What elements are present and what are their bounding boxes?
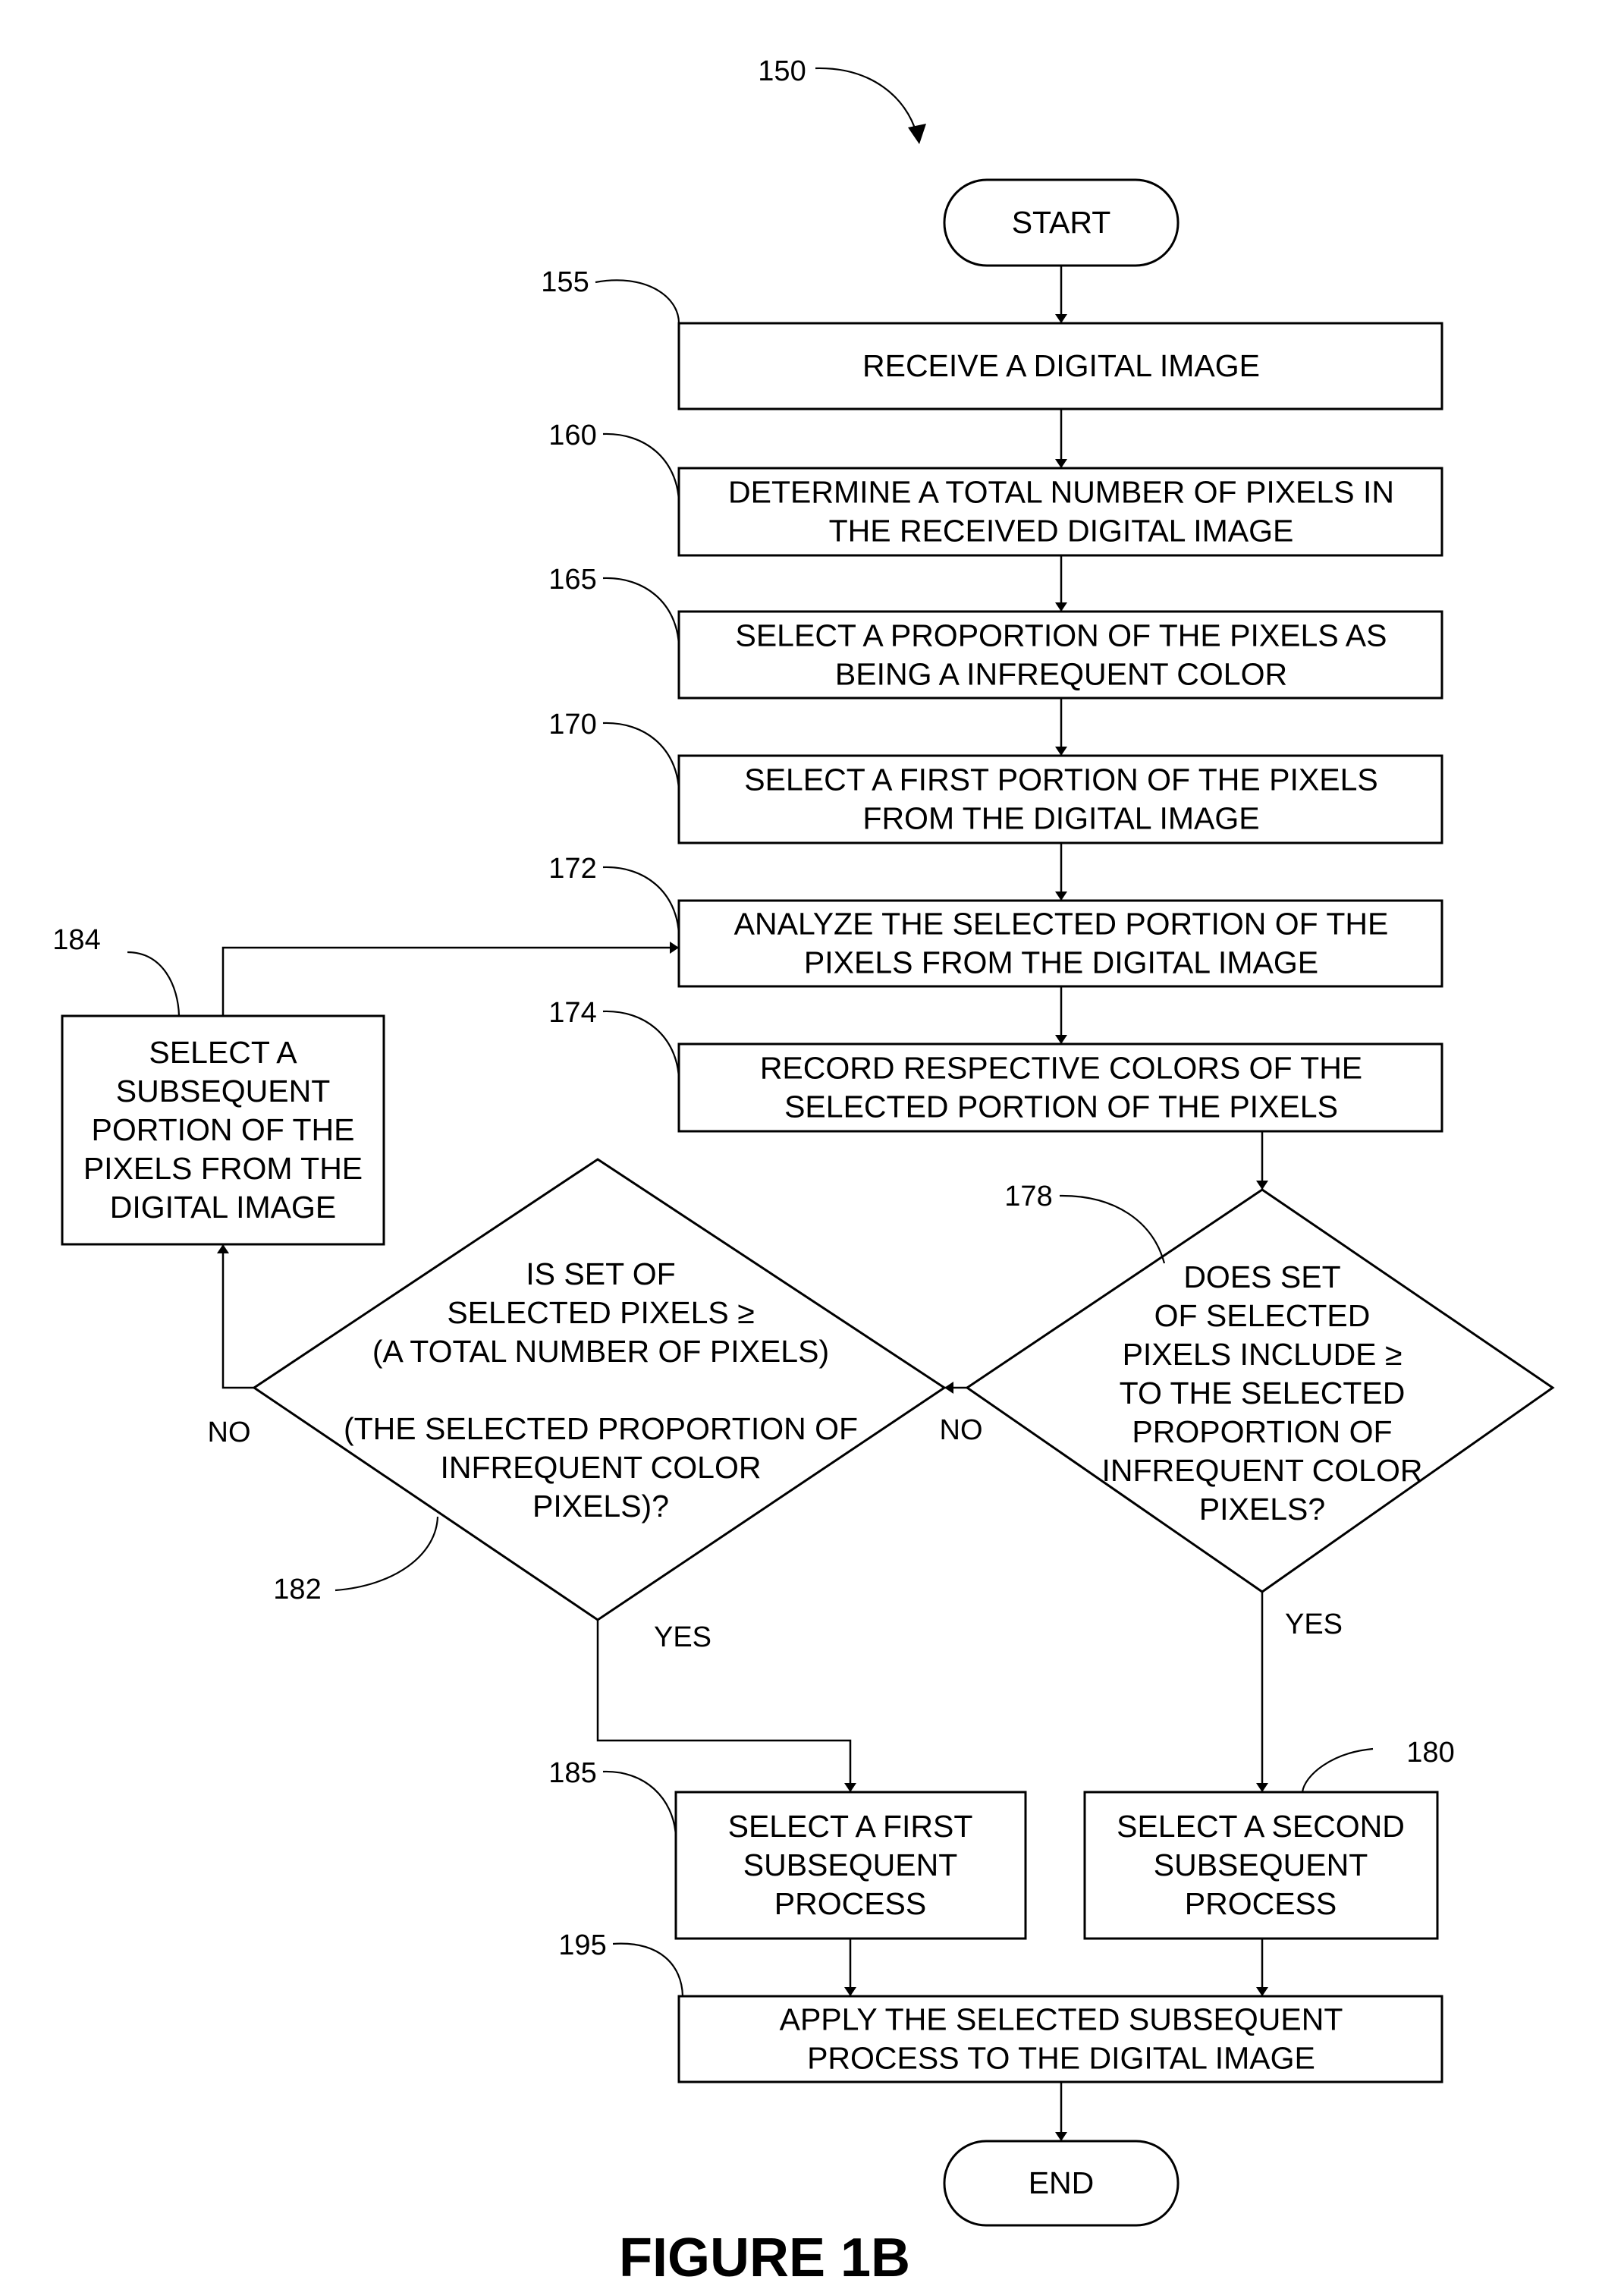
label-line: OF SELECTED bbox=[1154, 1298, 1371, 1333]
ref-leader-174 bbox=[602, 1010, 680, 1079]
label-line: SELECTED PIXELS ≥ bbox=[447, 1295, 754, 1330]
ref-label-182: 182 bbox=[273, 1574, 321, 1605]
figure-ref-label: 150 bbox=[758, 55, 806, 87]
label-line: IS SET OF bbox=[526, 1256, 675, 1291]
label-line: PORTION OF THE bbox=[91, 1112, 354, 1147]
branch-label-178-no: NO bbox=[940, 1414, 983, 1446]
node-end: END bbox=[943, 2140, 1180, 2227]
label-line: SUBSEQUENT bbox=[743, 1847, 958, 1882]
label-line: FROM THE DIGITAL IMAGE bbox=[862, 801, 1259, 836]
ref-label-172: 172 bbox=[548, 853, 596, 885]
label-line: PIXELS FROM THE DIGITAL IMAGE bbox=[804, 945, 1318, 980]
node-178: DOES SET OF SELECTED PIXELS INCLUDE ≥ TO TH… bbox=[940, 1181, 1555, 1640]
branch-label-178-yes: YES bbox=[1285, 1608, 1343, 1640]
start-label: START bbox=[1012, 205, 1111, 240]
ref-leader-178 bbox=[1059, 1194, 1166, 1264]
node-155: RECEIVE A DIGITAL IMAGE 155 bbox=[541, 266, 1443, 410]
edge-182-185-yes bbox=[596, 1620, 856, 1792]
ref-leader-182 bbox=[335, 1516, 439, 1592]
node-174: RECORD RESPECTIVE COLORS OF THE SELECTED … bbox=[548, 997, 1443, 1133]
label-line: (THE SELECTED PROPORTION OF bbox=[344, 1411, 858, 1446]
label-line: SELECT A SECOND bbox=[1117, 1809, 1405, 1844]
node-160: DETERMINE A TOTAL NUMBER OF PIXELS IN THE… bbox=[548, 420, 1443, 557]
branch-label-182-yes: YES bbox=[654, 1621, 711, 1653]
ref-leader-170 bbox=[602, 722, 680, 791]
label-line: SUBSEQUENT bbox=[1154, 1847, 1368, 1882]
ref-label-155: 155 bbox=[541, 266, 589, 298]
node-184: SELECT A SUBSEQUENT PORTION OF THE PIXELS F… bbox=[52, 924, 385, 1246]
ref-label-165: 165 bbox=[548, 564, 596, 596]
label-line: START bbox=[1012, 205, 1111, 240]
label-line: PROPORTION OF bbox=[1132, 1414, 1392, 1449]
label-line: DIGITAL IMAGE bbox=[110, 1190, 336, 1225]
label-line: PIXELS)? bbox=[532, 1489, 669, 1524]
node-185: SELECT A FIRST SUBSEQUENT PROCESS 185 bbox=[548, 1757, 1027, 1940]
branch-label-182-no: NO bbox=[208, 1417, 251, 1448]
label-line: RECEIVE A DIGITAL IMAGE bbox=[862, 348, 1260, 383]
ref-leader-155 bbox=[595, 279, 680, 324]
label-line: SUBSEQUENT bbox=[116, 1074, 331, 1108]
ref-label-160: 160 bbox=[548, 420, 596, 451]
process-label-155: RECEIVE A DIGITAL IMAGE bbox=[862, 348, 1260, 383]
edge-182-184-no bbox=[217, 1244, 254, 1389]
label-line: APPLY THE SELECTED SUBSEQUENT bbox=[780, 2002, 1343, 2037]
node-172: ANALYZE THE SELECTED PORTION OF THE PIXEL… bbox=[548, 853, 1443, 988]
node-165: SELECT A PROPORTION OF THE PIXELS AS BEIN… bbox=[548, 564, 1443, 700]
end-label: END bbox=[1029, 2165, 1095, 2200]
label-line: PIXELS FROM THE bbox=[83, 1151, 363, 1186]
label-line: PROCESS bbox=[774, 1886, 927, 1921]
node-start: START bbox=[943, 178, 1180, 267]
label-line: RECORD RESPECTIVE COLORS OF THE bbox=[760, 1051, 1362, 1086]
label-line: SELECT A bbox=[149, 1035, 297, 1070]
label-line: ANALYZE THE SELECTED PORTION OF THE bbox=[734, 907, 1389, 942]
label-line: PIXELS INCLUDE ≥ bbox=[1123, 1337, 1403, 1372]
label-line: END bbox=[1029, 2165, 1095, 2200]
figure-caption: FIGURE 1B bbox=[619, 2228, 910, 2283]
figure-ref-leader bbox=[815, 67, 918, 134]
figure-ref-arrowhead bbox=[908, 124, 926, 144]
label-line: INFREQUENT COLOR bbox=[441, 1450, 762, 1485]
ref-label-178: 178 bbox=[1004, 1181, 1052, 1212]
edge-184-172 bbox=[221, 942, 679, 1016]
ref-leader-160 bbox=[602, 432, 680, 502]
label-line: SELECT A FIRST PORTION OF THE PIXELS bbox=[744, 763, 1377, 797]
ref-label-195: 195 bbox=[558, 1929, 606, 1961]
ref-label-170: 170 bbox=[548, 709, 596, 741]
label-line: (A TOTAL NUMBER OF PIXELS) bbox=[372, 1334, 829, 1369]
label-line: TO THE SELECTED bbox=[1120, 1376, 1406, 1410]
label-line: PROCESS bbox=[1185, 1886, 1337, 1921]
label-line: SELECTED PORTION OF THE PIXELS bbox=[784, 1090, 1338, 1124]
ref-leader-185 bbox=[602, 1770, 677, 1837]
flowchart: 150 START RECEIVE A DIGITAL IMAGE 155 DE… bbox=[52, 55, 1555, 2283]
label-line: BEING A INFREQUENT COLOR bbox=[835, 657, 1287, 692]
ref-leader-195 bbox=[612, 1942, 684, 1997]
node-195: APPLY THE SELECTED SUBSEQUENT PROCESS TO … bbox=[558, 1929, 1443, 2083]
node-180: SELECT A SECOND SUBSEQUENT PROCESS 180 bbox=[1083, 1737, 1455, 1940]
node-170: SELECT A FIRST PORTION OF THE PIXELS FROM… bbox=[548, 709, 1443, 844]
ref-label-184: 184 bbox=[52, 924, 100, 956]
label-line: SELECT A FIRST bbox=[728, 1809, 973, 1844]
label-line: THE RECEIVED DIGITAL IMAGE bbox=[829, 514, 1294, 549]
label-line: DETERMINE A TOTAL NUMBER OF PIXELS IN bbox=[728, 475, 1394, 510]
ref-leader-180 bbox=[1301, 1747, 1374, 1793]
ref-label-180: 180 bbox=[1406, 1737, 1454, 1769]
label-line: PROCESS TO THE DIGITAL IMAGE bbox=[807, 2041, 1315, 2076]
ref-label-185: 185 bbox=[548, 1757, 596, 1789]
ref-leader-165 bbox=[602, 577, 680, 646]
ref-label-174: 174 bbox=[548, 997, 596, 1029]
label-line: INFREQUENT COLOR bbox=[1102, 1453, 1423, 1488]
label-line: SELECT A PROPORTION OF THE PIXELS AS bbox=[735, 618, 1387, 653]
ref-leader-172 bbox=[602, 866, 680, 935]
label-line: PIXELS? bbox=[1199, 1492, 1325, 1527]
ref-leader-184 bbox=[127, 951, 181, 1017]
label-line: DOES SET bbox=[1183, 1259, 1340, 1294]
